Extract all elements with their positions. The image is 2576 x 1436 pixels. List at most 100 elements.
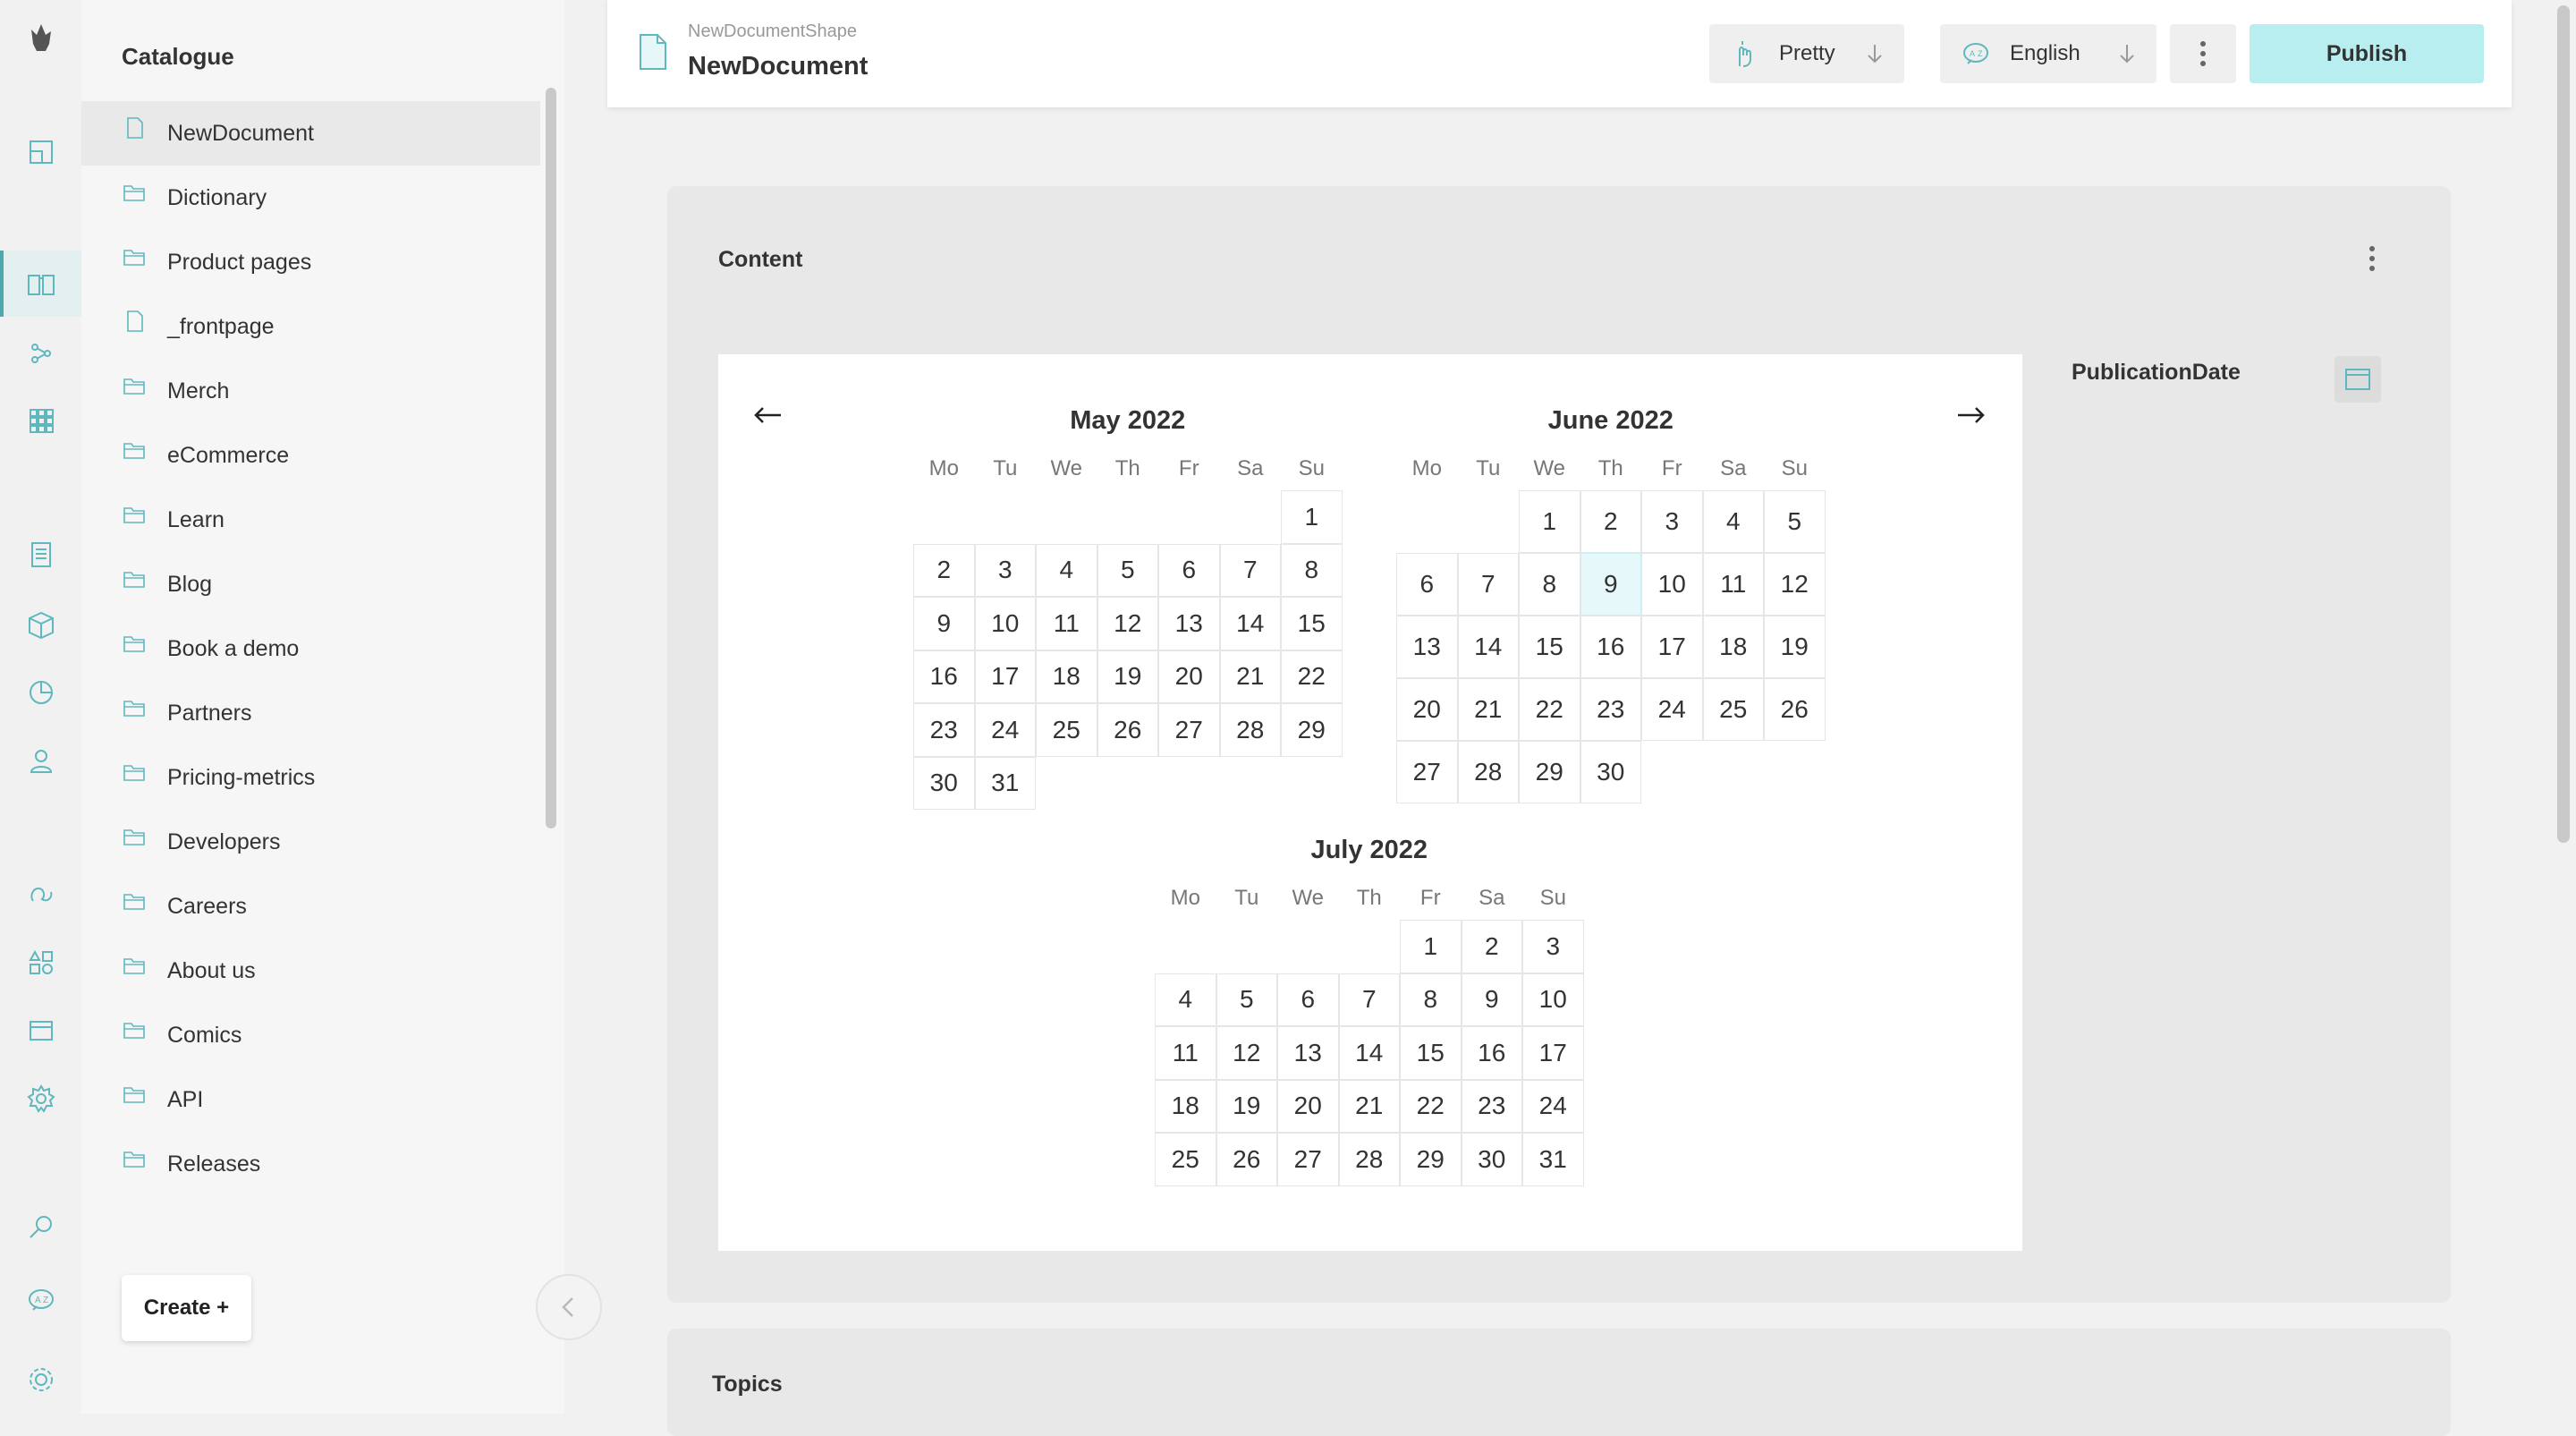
translation-icon[interactable]: AZ <box>23 1282 59 1318</box>
calendar-day[interactable]: 11 <box>1036 597 1097 650</box>
calendar-day[interactable]: 17 <box>974 650 1036 703</box>
previous-month-button[interactable] <box>750 397 786 433</box>
calendar-day[interactable]: 29 <box>1519 741 1580 803</box>
calendar-day[interactable]: 6 <box>1277 973 1339 1026</box>
grids-icon[interactable] <box>23 1013 59 1049</box>
calendar-day[interactable]: 25 <box>1702 678 1764 741</box>
calendar-day[interactable]: 8 <box>1400 973 1462 1026</box>
analytics-pie-icon[interactable] <box>23 675 59 710</box>
tree-item[interactable]: Developers <box>81 810 540 874</box>
calendar-day[interactable]: 18 <box>1155 1079 1216 1133</box>
calendar-day[interactable]: 29 <box>1400 1133 1462 1186</box>
tree-item[interactable]: Careers <box>81 874 540 939</box>
calendar-day[interactable]: 16 <box>913 650 975 703</box>
tree-item[interactable]: About us <box>81 939 540 1003</box>
products-box-icon[interactable] <box>23 607 59 642</box>
calendar-day[interactable]: 5 <box>1216 973 1277 1026</box>
tree-item[interactable]: Pricing-metrics <box>81 745 540 810</box>
tree-item[interactable]: API <box>81 1067 540 1132</box>
collapse-sidebar-button[interactable] <box>536 1274 602 1340</box>
calendar-day[interactable]: 21 <box>1219 650 1281 703</box>
page-scrollbar[interactable] <box>2557 5 2570 843</box>
calendar-day[interactable]: 2 <box>1580 490 1641 553</box>
calendar-day[interactable]: 24 <box>1641 678 1703 741</box>
tree-item[interactable]: Dictionary <box>81 166 540 230</box>
calendar-day[interactable]: 14 <box>1338 1026 1400 1080</box>
calendar-day[interactable]: 4 <box>1155 973 1216 1026</box>
calendar-day[interactable]: 7 <box>1457 553 1519 616</box>
tree-item[interactable]: Book a demo <box>81 616 540 681</box>
calendar-day[interactable]: 3 <box>1641 490 1703 553</box>
calendar-day[interactable]: 30 <box>913 756 975 810</box>
customers-icon[interactable] <box>23 743 59 778</box>
catalogue-icon[interactable] <box>23 267 59 302</box>
publish-button[interactable]: Publish <box>2250 24 2484 83</box>
calendar-day[interactable]: 14 <box>1219 597 1281 650</box>
webhooks-icon[interactable] <box>23 875 59 911</box>
content-more-button[interactable] <box>2368 245 2377 272</box>
calendar-day[interactable]: 2 <box>1461 920 1522 973</box>
calendar-day[interactable]: 27 <box>1396 741 1458 803</box>
calendar-day[interactable]: 30 <box>1461 1133 1522 1186</box>
calendar-day[interactable]: 2 <box>913 543 975 597</box>
calendar-day[interactable]: 20 <box>1158 650 1220 703</box>
calendar-day[interactable]: 11 <box>1702 553 1764 616</box>
calendar-day[interactable]: 16 <box>1580 616 1641 678</box>
search-icon[interactable] <box>23 1210 59 1245</box>
calendar-day[interactable]: 20 <box>1277 1079 1339 1133</box>
calendar-day[interactable]: 28 <box>1457 741 1519 803</box>
sidebar-scrollbar[interactable] <box>546 88 556 828</box>
calendar-day[interactable]: 24 <box>1522 1079 1584 1133</box>
calendar-day[interactable]: 23 <box>1461 1079 1522 1133</box>
next-month-button[interactable] <box>1953 397 1988 433</box>
calendar-day[interactable]: 17 <box>1641 616 1703 678</box>
calendar-day[interactable]: 29 <box>1281 703 1343 757</box>
calendar-day[interactable]: 12 <box>1097 597 1158 650</box>
topics-icon[interactable] <box>23 336 59 371</box>
calendar-day[interactable]: 22 <box>1400 1079 1462 1133</box>
calendar-day[interactable]: 13 <box>1396 616 1458 678</box>
calendar-day[interactable]: 19 <box>1097 650 1158 703</box>
calendar-day[interactable]: 8 <box>1519 553 1580 616</box>
calendar-day[interactable]: 4 <box>1702 490 1764 553</box>
calendar-day[interactable]: 19 <box>1216 1079 1277 1133</box>
calendar-day[interactable]: 24 <box>974 703 1036 757</box>
shapes-icon[interactable] <box>23 945 59 981</box>
calendar-day[interactable]: 5 <box>1097 543 1158 597</box>
calendar-day[interactable]: 8 <box>1281 543 1343 597</box>
calendar-day[interactable]: 30 <box>1580 741 1641 803</box>
calendar-day[interactable]: 21 <box>1338 1079 1400 1133</box>
calendar-day[interactable]: 22 <box>1281 650 1343 703</box>
calendar-day[interactable]: 3 <box>974 543 1036 597</box>
calendar-day[interactable]: 15 <box>1400 1026 1462 1080</box>
tree-item[interactable]: Releases <box>81 1132 540 1196</box>
tree-item[interactable]: Merch <box>81 359 540 423</box>
calendar-day[interactable]: 28 <box>1219 703 1281 757</box>
calendar-day[interactable]: 13 <box>1277 1026 1339 1080</box>
view-mode-select[interactable]: Pretty <box>1709 24 1904 83</box>
calendar-day[interactable]: 19 <box>1764 616 1826 678</box>
calendar-day[interactable]: 12 <box>1764 553 1826 616</box>
calendar-day[interactable]: 25 <box>1155 1133 1216 1186</box>
tree-item[interactable]: Learn <box>81 488 540 552</box>
calendar-day[interactable]: 18 <box>1036 650 1097 703</box>
calendar-toggle-button[interactable] <box>2334 356 2381 403</box>
language-select[interactable]: AZ English <box>1940 24 2157 83</box>
orders-icon[interactable] <box>23 537 59 573</box>
calendar-day[interactable]: 20 <box>1396 678 1458 741</box>
calendar-day[interactable]: 12 <box>1216 1026 1277 1080</box>
tree-item[interactable]: Product pages <box>81 230 540 294</box>
calendar-day[interactable]: 16 <box>1461 1026 1522 1080</box>
calendar-day[interactable]: 18 <box>1702 616 1764 678</box>
calendar-day[interactable]: 31 <box>1522 1133 1584 1186</box>
calendar-day[interactable]: 27 <box>1158 703 1220 757</box>
calendar-day[interactable]: 26 <box>1216 1133 1277 1186</box>
tree-item[interactable]: Comics <box>81 1003 540 1067</box>
calendar-day-selected[interactable]: 9 <box>1580 553 1641 616</box>
calendar-day[interactable]: 14 <box>1457 616 1519 678</box>
calendar-day[interactable]: 26 <box>1097 703 1158 757</box>
grid-icon[interactable] <box>23 403 59 438</box>
crystallize-logo-icon[interactable] <box>23 20 59 55</box>
calendar-day[interactable]: 10 <box>974 597 1036 650</box>
calendar-day[interactable]: 15 <box>1281 597 1343 650</box>
